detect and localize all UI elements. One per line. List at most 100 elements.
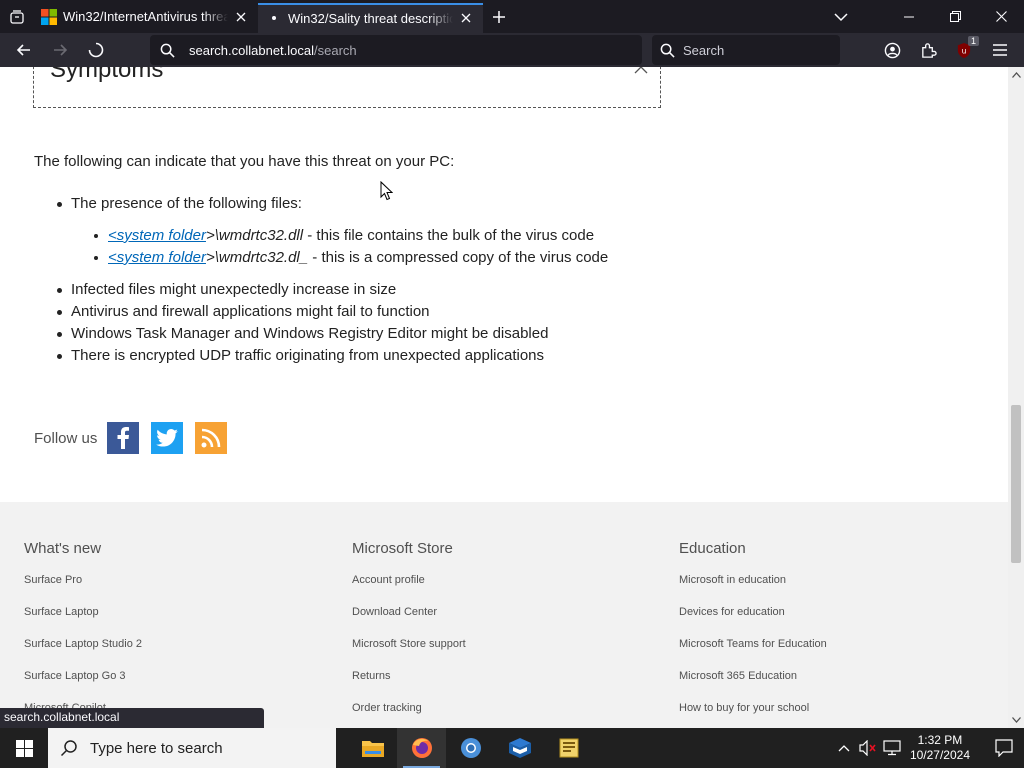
volume-button[interactable] [856, 728, 880, 768]
restore-icon [949, 11, 961, 22]
system-folder-link[interactable]: <system folder [108, 227, 206, 244]
section-heading: Symptoms [50, 67, 164, 83]
taskbar-clock[interactable]: 1:32 PM 10/27/2024 [910, 733, 970, 763]
file-path: >\wmdrtc32.dll [205, 227, 304, 244]
start-button[interactable] [0, 728, 48, 768]
scroll-up-arrow-icon[interactable] [1008, 67, 1024, 83]
follow-us-label: Follow us [34, 429, 98, 447]
close-tab-icon[interactable] [232, 8, 250, 26]
restore-button[interactable] [932, 0, 978, 33]
forward-button[interactable] [44, 34, 76, 66]
hamburger-menu-icon [993, 44, 1007, 56]
footer-link[interactable]: Microsoft Teams for Education [679, 638, 827, 670]
taskbar-file-explorer[interactable] [348, 728, 397, 768]
web-search-input[interactable]: Search [652, 35, 840, 65]
footer-link[interactable]: Devices for education [679, 606, 827, 638]
taskbar-search-input[interactable]: Type here to search [48, 728, 336, 768]
tab-title: Win32/InternetAntivirus threat d [63, 9, 228, 24]
loading-spinner-icon [88, 42, 104, 58]
speaker-muted-icon [859, 740, 876, 756]
url-host: search.collabnet.local [189, 42, 315, 58]
ublock-extension-button[interactable]: u 1 [946, 34, 982, 66]
back-button[interactable] [8, 34, 40, 66]
footer-link[interactable]: Surface Laptop [24, 606, 142, 638]
close-tab-icon[interactable] [457, 9, 475, 27]
link-status-popup: search.collabnet.local [0, 708, 264, 728]
minimize-icon [904, 16, 914, 17]
footer-link[interactable]: Microsoft in education [679, 574, 827, 606]
file-list: <system folder>\wmdrtc32.dll - this file… [93, 226, 608, 270]
folder-icon [361, 741, 384, 757]
tab-internetantivirus[interactable]: Win32/InternetAntivirus threat d [33, 0, 258, 33]
tab-overflow-button[interactable] [818, 0, 864, 33]
list-item: <system folder>\wmdrtc32.dll - this file… [93, 226, 608, 248]
twitter-link[interactable] [151, 422, 184, 454]
scroll-down-arrow-icon[interactable] [1008, 712, 1024, 728]
taskbar-document-app[interactable] [544, 728, 593, 768]
microsoft-logo-icon [41, 8, 57, 25]
rss-icon [201, 428, 221, 448]
chromium-icon [460, 738, 481, 758]
rss-link[interactable] [195, 422, 228, 454]
minimize-button[interactable] [886, 0, 932, 33]
system-tray: 1:32 PM 10/27/2024 [832, 728, 1024, 768]
site-footer: What's new Surface Pro Surface Laptop Su… [0, 502, 1008, 728]
footer-link[interactable]: Microsoft 365 Education [679, 670, 827, 702]
taskbar-mail-app[interactable] [495, 728, 544, 768]
svg-text:u: u [962, 46, 967, 55]
search-icon [60, 740, 77, 757]
footer-column-microsoft-store: Microsoft Store Account profile Download… [352, 540, 466, 728]
file-description: - this file contains the bulk of the vir… [303, 227, 595, 244]
symptoms-section-header[interactable]: Symptoms [33, 67, 661, 108]
extensions-button[interactable] [910, 34, 946, 66]
footer-link[interactable]: Returns [352, 670, 466, 702]
list-item: Antivirus and firewall applications migh… [56, 302, 608, 324]
list-all-tabs-button[interactable] [0, 0, 33, 33]
tab-strip: Win32/InternetAntivirus threat d Win32/S… [0, 0, 1024, 33]
plus-icon [493, 10, 505, 23]
account-button[interactable] [874, 34, 910, 66]
extension-badge: 1 [967, 36, 979, 46]
show-hidden-icons-button[interactable] [832, 728, 856, 768]
network-button[interactable] [880, 728, 904, 768]
windows-logo-icon [15, 739, 33, 757]
list-item: There is encrypted UDP traffic originati… [56, 346, 608, 368]
close-window-button[interactable] [978, 0, 1024, 33]
footer-link[interactable]: Surface Pro [24, 574, 142, 606]
taskbar-firefox[interactable] [397, 728, 446, 768]
footer-link[interactable]: Account profile [352, 574, 466, 606]
account-icon [884, 42, 900, 58]
footer-link[interactable]: Microsoft Store support [352, 638, 466, 670]
footer-heading: What's new [24, 540, 102, 557]
clock-time: 1:32 PM [917, 733, 963, 747]
footer-link[interactable]: How to buy for your school [679, 702, 827, 728]
puzzle-icon [921, 42, 937, 58]
stop-loading-button[interactable] [80, 34, 112, 66]
symptoms-list: The presence of the following files: <sy… [56, 194, 608, 368]
page-scrollbar[interactable] [1008, 67, 1024, 728]
chevron-up-icon [634, 67, 648, 74]
footer-link[interactable]: Surface Laptop Studio 2 [24, 638, 142, 670]
taskbar-chromium[interactable] [446, 728, 495, 768]
chevron-down-icon [834, 12, 848, 21]
firefox-icon [411, 738, 432, 758]
footer-link[interactable]: Surface Laptop Go 3 [24, 670, 142, 702]
footer-heading: Education [679, 540, 746, 557]
footer-link[interactable]: Order tracking [352, 702, 466, 728]
follow-us: Follow us [34, 422, 239, 454]
app-menu-button[interactable] [982, 34, 1018, 66]
list-item: <system folder>\wmdrtc32.dl_ - this is a… [93, 248, 608, 270]
clock-date: 10/27/2024 [909, 748, 970, 762]
facebook-icon [117, 427, 130, 449]
scrollbar-thumb[interactable] [1011, 405, 1021, 563]
tab-sality[interactable]: Win32/Sality threat description - [258, 3, 483, 33]
facebook-link[interactable] [107, 422, 140, 454]
address-text: search.collabnet.local/search [189, 43, 357, 58]
taskbar-search-placeholder: Type here to search [90, 739, 223, 757]
new-tab-button[interactable] [483, 0, 515, 33]
notifications-button[interactable] [984, 728, 1024, 768]
loading-dot-icon [272, 16, 276, 20]
address-bar[interactable]: search.collabnet.local/search [150, 35, 642, 65]
footer-link[interactable]: Download Center [352, 606, 466, 638]
system-folder-link[interactable]: <system folder [108, 249, 206, 266]
